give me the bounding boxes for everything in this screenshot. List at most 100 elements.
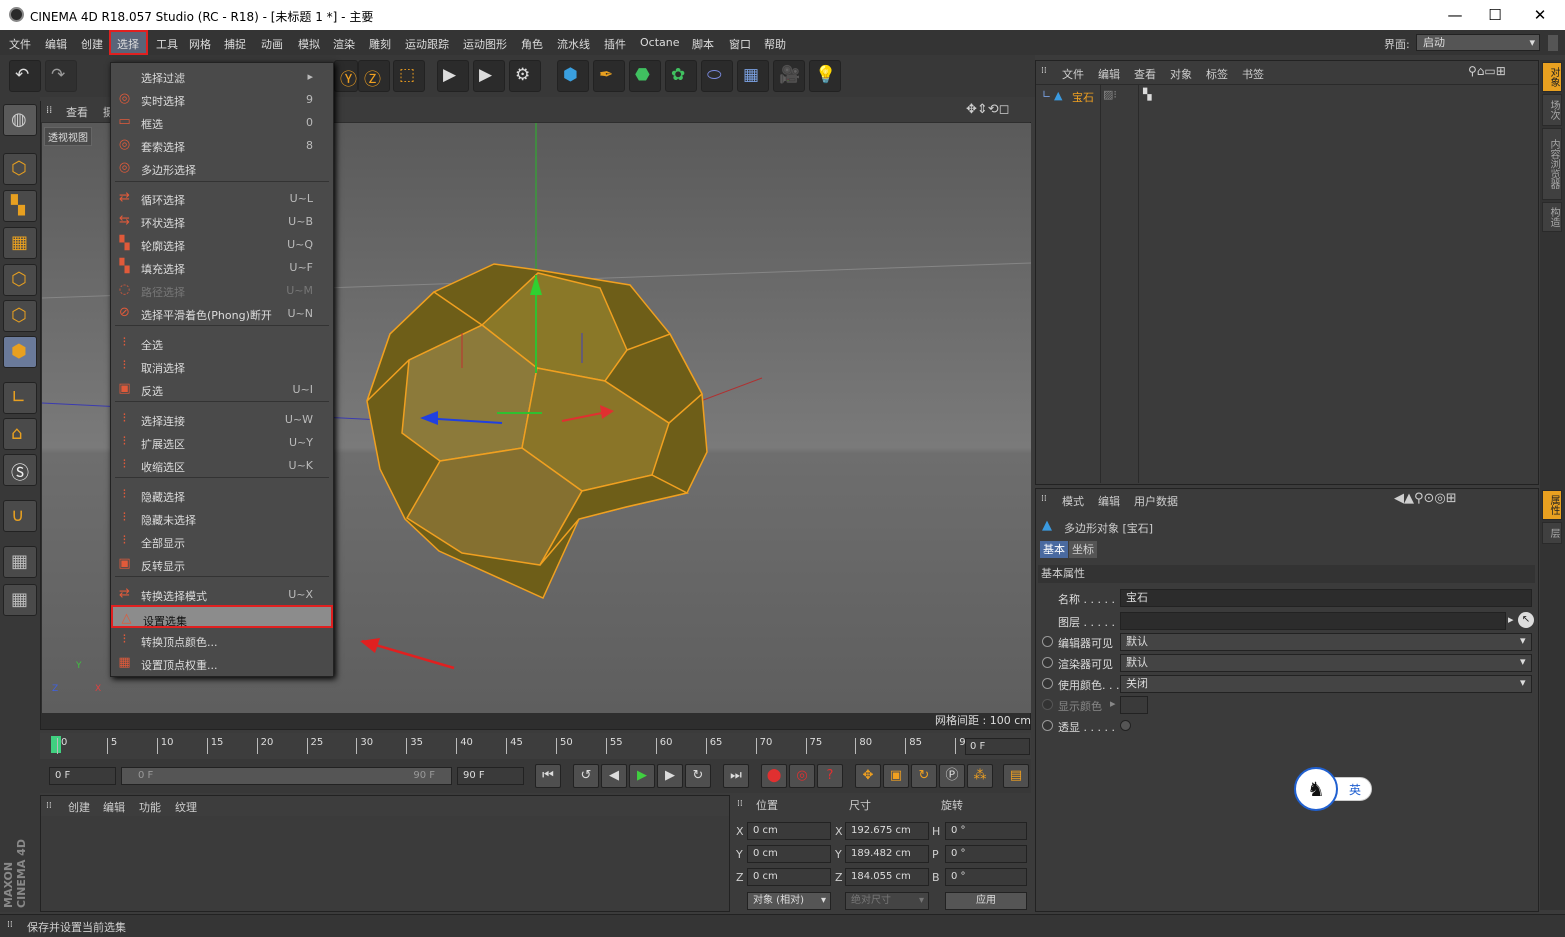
range-slider[interactable]: 0 F 90 F: [121, 767, 452, 785]
menu-item-16[interactable]: Octane: [640, 36, 680, 49]
menu-item-3[interactable]: 选择: [117, 36, 139, 52]
start-frame-field[interactable]: 0 F: [49, 767, 116, 785]
select-menu-item-19[interactable]: ⁝ 全部显示: [111, 529, 333, 552]
menu-item-15[interactable]: 插件: [604, 36, 626, 52]
lock-workplane-button[interactable]: ▦: [3, 546, 37, 578]
coord-mode-dropdown[interactable]: 对象 (相对) ▾: [747, 892, 831, 910]
menu-item-19[interactable]: 帮助: [764, 36, 786, 52]
tab-coordinates[interactable]: 坐标: [1069, 541, 1097, 558]
edges-mode-button[interactable]: ⬡: [3, 300, 37, 332]
render-visible-dropdown[interactable]: 默认: [1120, 654, 1532, 672]
select-menu-item-0[interactable]: 选择过滤 ▸: [111, 64, 333, 87]
param-key-button[interactable]: Ⓟ: [939, 764, 965, 788]
cube-button[interactable]: ⬢: [557, 60, 589, 92]
apply-button[interactable]: 应用: [945, 892, 1027, 910]
keyframe-help-button[interactable]: ?: [817, 764, 843, 788]
rotate-key-button[interactable]: ↻: [911, 764, 937, 788]
play-button[interactable]: ▶: [629, 764, 655, 788]
position-field-0[interactable]: 0 cm: [747, 822, 831, 840]
size-field-2[interactable]: 184.055 cm: [845, 868, 929, 886]
tab-attributes[interactable]: 属性: [1542, 490, 1562, 520]
pen-button[interactable]: ✒: [593, 60, 625, 92]
axis-z-button[interactable]: Ⓩ: [358, 60, 390, 92]
tweak-mode-button[interactable]: ⌂: [3, 418, 37, 450]
prev-frame-button[interactable]: ◀: [601, 764, 627, 788]
position-field-1[interactable]: 0 cm: [747, 845, 831, 863]
timeline-ruler[interactable]: [40, 733, 1031, 759]
use-color-dropdown[interactable]: 关闭: [1120, 675, 1532, 693]
attr-nav-icons[interactable]: ◀▲⚲⊙◎⊞: [1394, 491, 1457, 506]
material-menu-texture[interactable]: 纹理: [175, 799, 197, 815]
select-menu-item-13[interactable]: ▣ 反选 U~I: [111, 377, 333, 400]
render-settings-button[interactable]: ⚙: [509, 60, 541, 92]
layout-dropdown[interactable]: 启动 ▾: [1416, 34, 1540, 51]
menu-item-9[interactable]: 渲染: [333, 36, 355, 52]
object-manager-tool-icons[interactable]: ⚲⌂▭⊞: [1468, 64, 1506, 78]
select-menu-item-14[interactable]: ⁝ 选择连接 U~W: [111, 407, 333, 430]
xray-checkbox[interactable]: [1120, 720, 1131, 731]
animate-radio[interactable]: [1042, 636, 1053, 647]
move-key-button[interactable]: ✥: [855, 764, 881, 788]
points-mode-button[interactable]: ⬡: [3, 264, 37, 296]
subdivision-button[interactable]: ⬣: [629, 60, 661, 92]
menu-item-11[interactable]: 运动跟踪: [405, 36, 449, 52]
size-field-1[interactable]: 189.482 cm: [845, 845, 929, 863]
pick-cursor-icon[interactable]: ↖: [1518, 612, 1534, 628]
workplane-mode-button[interactable]: ▦: [3, 227, 37, 259]
render-picture-button[interactable]: ▶: [473, 60, 505, 92]
model-mode-button[interactable]: ⬡: [3, 153, 37, 185]
select-menu-item-22[interactable]: △ 设置选集: [111, 605, 333, 628]
timeline-window-button[interactable]: ▤: [1003, 764, 1029, 788]
menu-item-5[interactable]: 网格: [189, 36, 211, 52]
size-field-0[interactable]: 192.675 cm: [845, 822, 929, 840]
layer-field[interactable]: [1120, 612, 1506, 630]
material-menu-edit[interactable]: 编辑: [103, 799, 125, 815]
camera-button[interactable]: 🎥: [773, 60, 805, 92]
select-menu-item-24[interactable]: ▦ 设置顶点权重...: [111, 651, 333, 674]
attr-menu-userdata[interactable]: 用户数据: [1134, 493, 1178, 509]
tab-layers[interactable]: 层: [1542, 522, 1562, 544]
select-menu-item-12[interactable]: ⁝ 取消选择: [111, 354, 333, 377]
goto-end-button[interactable]: ⏭: [723, 764, 749, 788]
minimize-button[interactable]: —: [1440, 4, 1470, 26]
menu-item-7[interactable]: 动画: [261, 36, 283, 52]
light-button[interactable]: 💡: [809, 60, 841, 92]
goto-start-button[interactable]: ⏮: [535, 764, 561, 788]
menu-item-10[interactable]: 雕刻: [369, 36, 391, 52]
menu-item-1[interactable]: 编辑: [45, 36, 67, 52]
menu-item-2[interactable]: 创建: [81, 36, 103, 52]
record-button[interactable]: ⬤: [761, 764, 787, 788]
select-menu-item-15[interactable]: ⁝ 扩展选区 U~Y: [111, 430, 333, 453]
rotation-field-1[interactable]: 0 °: [945, 845, 1027, 863]
material-menu-function[interactable]: 功能: [139, 799, 161, 815]
rotation-field-2[interactable]: 0 °: [945, 868, 1027, 886]
object-menu-item-4[interactable]: 标签: [1206, 66, 1228, 82]
select-menu-item-20[interactable]: ▣ 反转显示: [111, 552, 333, 575]
workplane-align-button[interactable]: ▦: [3, 584, 37, 616]
floor-button[interactable]: ▦: [737, 60, 769, 92]
select-menu-item-16[interactable]: ⁝ 收缩选区 U~K: [111, 453, 333, 476]
select-menu-item-3[interactable]: ◎ 套索选择 8: [111, 133, 333, 156]
select-menu-item-1[interactable]: ◎ 实时选择 9: [111, 87, 333, 110]
current-frame-field[interactable]: 0 F: [965, 738, 1030, 755]
next-key-button[interactable]: ↻: [685, 764, 711, 788]
select-menu-item-18[interactable]: ⁝ 隐藏未选择: [111, 506, 333, 529]
maximize-button[interactable]: ☐: [1480, 4, 1510, 26]
close-button[interactable]: ✕: [1525, 4, 1555, 26]
arrow-right-icon[interactable]: ▸: [1508, 613, 1514, 626]
object-menu-item-3[interactable]: 对象: [1170, 66, 1192, 82]
name-field[interactable]: 宝石: [1120, 589, 1532, 607]
menu-item-4[interactable]: 工具: [156, 36, 178, 52]
position-field-2[interactable]: 0 cm: [747, 868, 831, 886]
rotation-field-0[interactable]: 0 °: [945, 822, 1027, 840]
select-menu-item-21[interactable]: ⇄ 转换选择模式 U~X: [111, 582, 333, 605]
select-menu-item-8[interactable]: ▚ 填充选择 U~F: [111, 255, 333, 278]
menu-item-18[interactable]: 窗口: [729, 36, 751, 52]
animate-radio[interactable]: [1042, 657, 1053, 668]
size-mode-dropdown[interactable]: 绝对尺寸 ▾: [845, 892, 929, 910]
tab-objects[interactable]: 对象: [1542, 62, 1562, 92]
viewport-nav-icons[interactable]: ✥⇕⟲◻: [966, 102, 1009, 117]
ime-indicator[interactable]: 英 ♞: [1294, 767, 1374, 811]
object-row-gem[interactable]: ∟ ▲ 宝石: [1040, 88, 1100, 104]
select-menu-item-5[interactable]: ⇄ 循环选择 U~L: [111, 186, 333, 209]
